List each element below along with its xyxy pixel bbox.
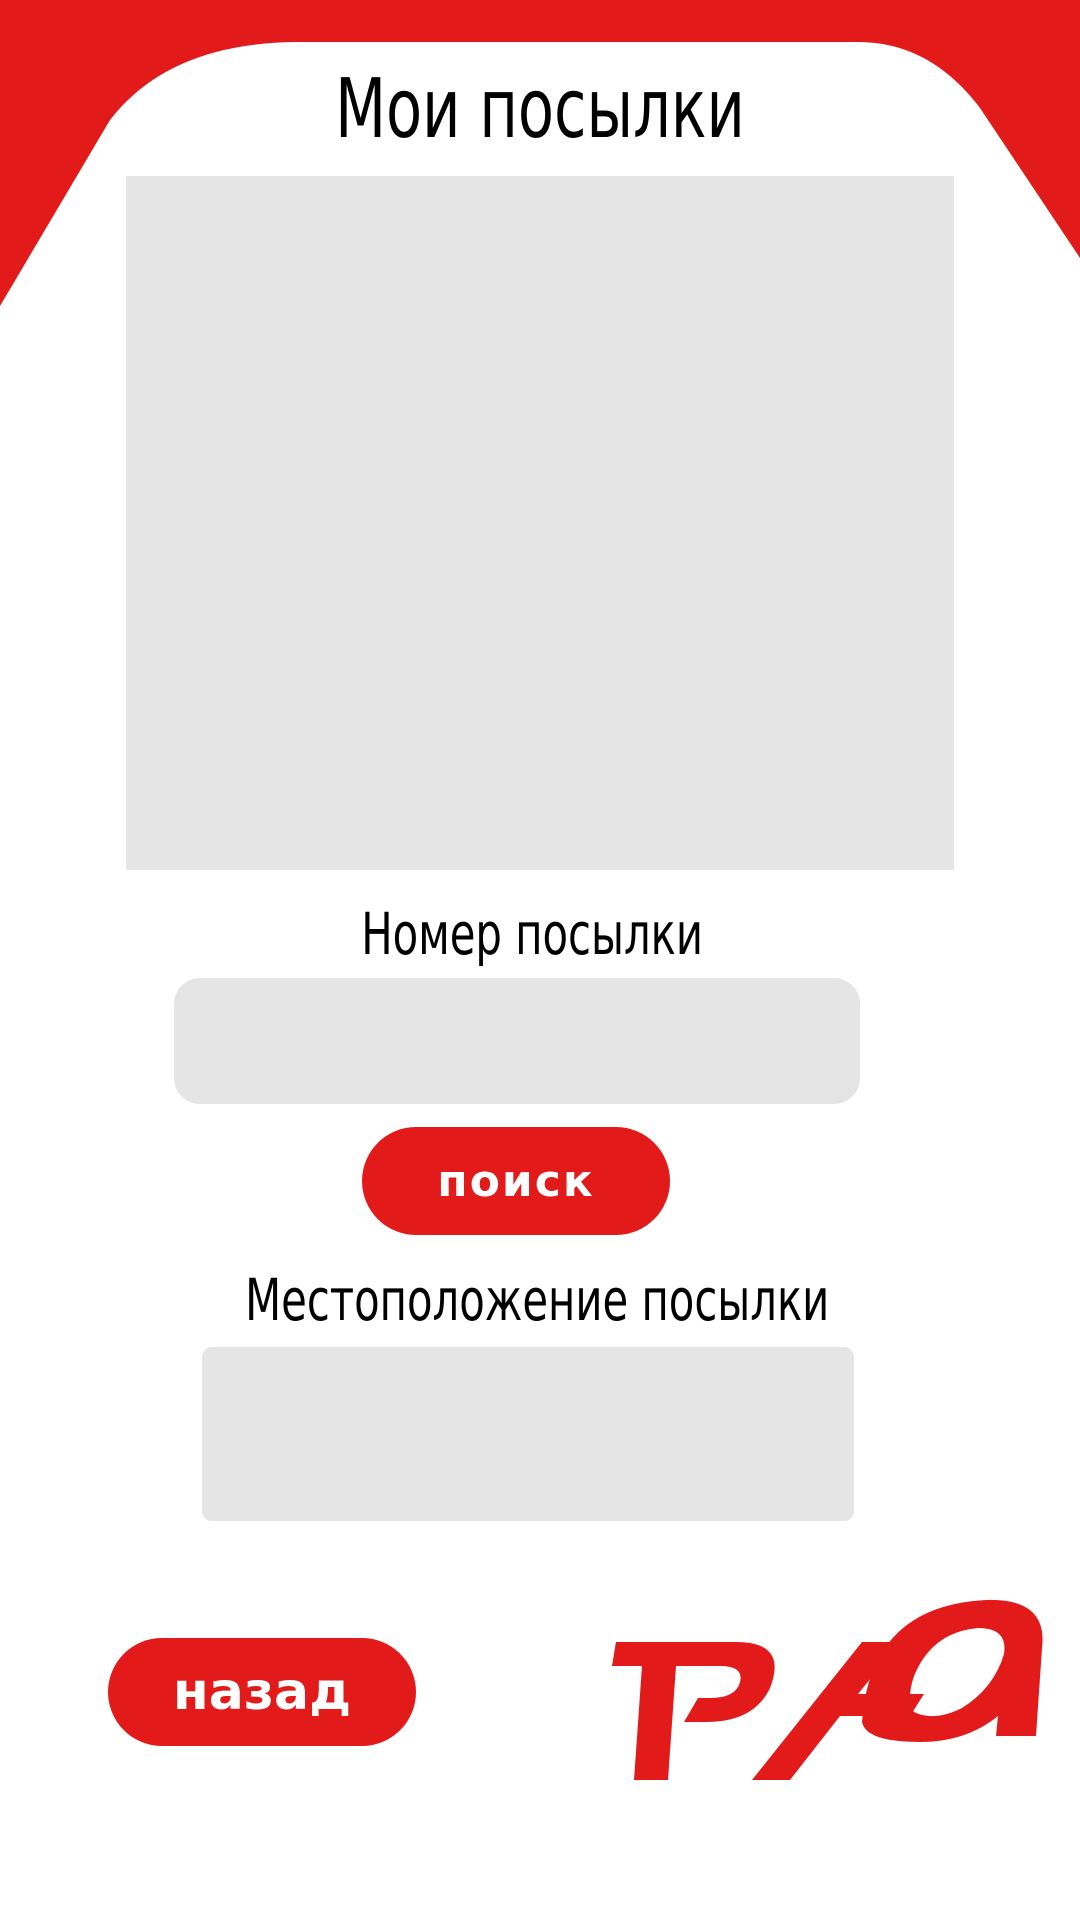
back-button[interactable]: назад bbox=[108, 1638, 416, 1746]
parcel-number-label: Номер посылки bbox=[361, 900, 704, 968]
rzd-logo bbox=[612, 1599, 1043, 1780]
parcel-number-input[interactable] bbox=[174, 978, 860, 1104]
parcel-map-panel bbox=[126, 176, 954, 870]
page-title: Мои посылки bbox=[335, 62, 745, 157]
parcel-location-label: Местоположение посылки bbox=[245, 1266, 830, 1334]
parcel-location-field bbox=[202, 1347, 854, 1521]
search-button[interactable]: поиск bbox=[362, 1127, 670, 1235]
